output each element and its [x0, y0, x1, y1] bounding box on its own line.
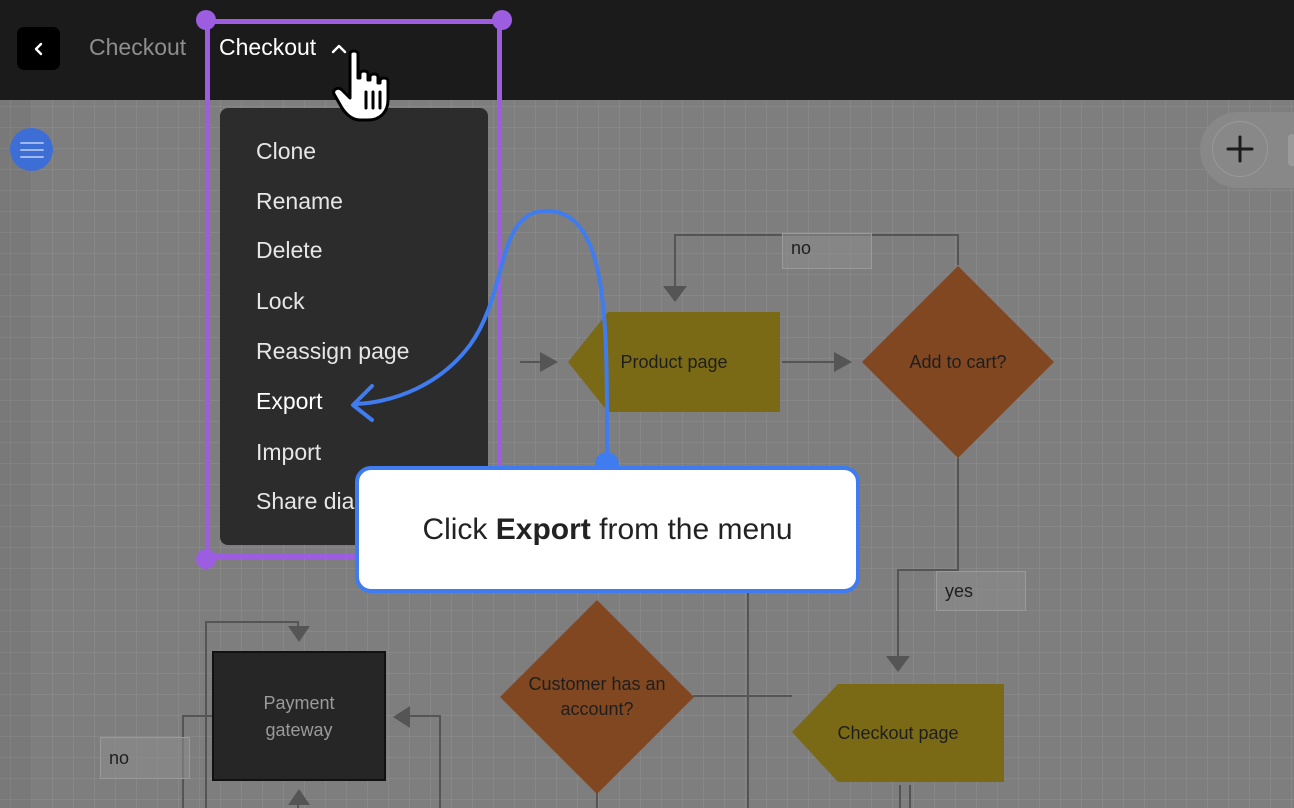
instruction-callout: Click Export from the menu: [355, 466, 860, 593]
callout-suffix: from the menu: [590, 512, 793, 546]
callout-prefix: Click: [422, 512, 496, 546]
callout-bold: Export: [495, 512, 591, 546]
hand-cursor-icon: [332, 49, 390, 122]
annotation-arrow: [351, 208, 610, 464]
